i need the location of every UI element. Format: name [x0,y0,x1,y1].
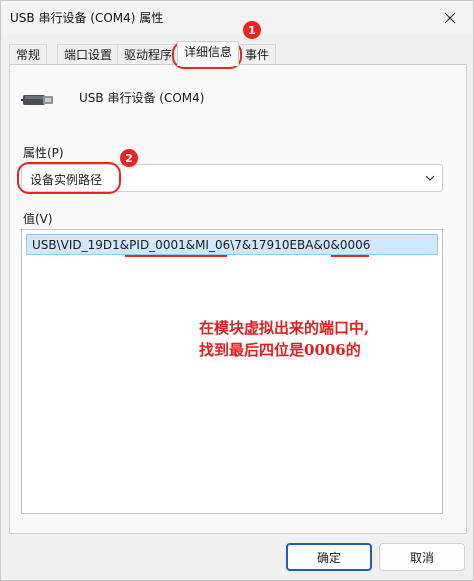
properties-dialog: USB 串行设备 (COM4) 属性 常规 端口设置 驱动程序 详细信息 事件 … [0,0,474,581]
annotation-underline-pid [125,255,227,257]
title-bar: USB 串行设备 (COM4) 属性 [1,1,473,35]
value-label: 值(V) [23,212,53,226]
annotation-underline-suffix [331,255,369,257]
tab-driver[interactable]: 驱动程序 [117,44,180,65]
device-name: USB 串行设备 (COM4) [79,91,205,105]
close-button[interactable] [439,7,461,29]
tab-port-settings[interactable]: 端口设置 [57,44,120,65]
list-item[interactable]: USB\VID_19D1&PID_0001&MI_06\7&17910EBA&0… [26,234,438,255]
annotation-badge: 2 [120,149,138,167]
value-list[interactable]: USB\VID_19D1&PID_0001&MI_06\7&17910EBA&0… [21,229,443,514]
instance-path-text: USB\VID_19D1&PID_0001&MI_06\7&17910EBA&0… [32,238,371,252]
annotation-line: 找到最后四位是0006的 [199,341,361,359]
tab-events[interactable]: 事件 [238,44,277,65]
usb-plug-icon [21,95,53,105]
tab-details[interactable]: 详细信息 [177,41,240,66]
tab-strip: 常规 端口设置 驱动程序 详细信息 事件 [9,41,469,66]
annotation-note: 在模块虚拟出来的端口中, 找到最后四位是0006的 [199,317,449,361]
tab-general[interactable]: 常规 [9,44,48,65]
annotation-line: 在模块虚拟出来的端口中, [199,319,370,337]
annotation-ring-select [17,162,121,194]
close-icon [444,12,456,24]
window-title: USB 串行设备 (COM4) 属性 [10,11,164,25]
chevron-down-icon [425,175,435,181]
ok-button[interactable]: 确定 [286,543,372,571]
property-label: 属性(P) [23,146,64,160]
cancel-button[interactable]: 取消 [379,543,465,571]
annotation-badge: 1 [243,21,261,39]
